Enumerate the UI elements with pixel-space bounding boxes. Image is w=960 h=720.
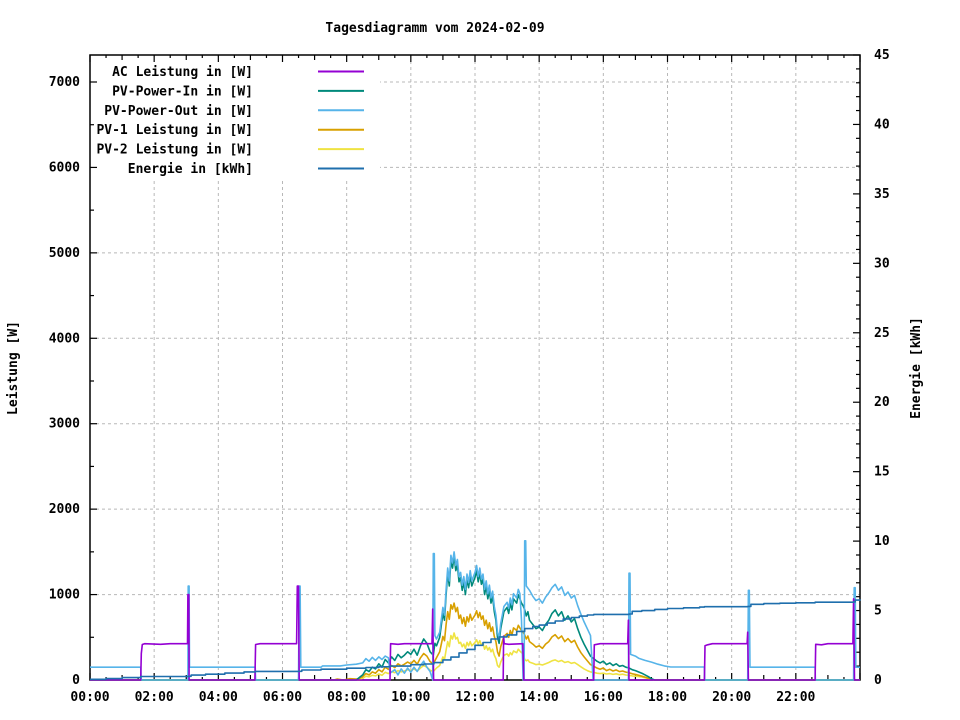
y-left-tick-label: 5000 xyxy=(49,246,80,261)
y-right-tick-label: 10 xyxy=(874,534,890,549)
x-tick-label: 18:00 xyxy=(648,690,687,705)
y-left-tick-label: 1000 xyxy=(49,588,80,603)
y-right-tick-label: 30 xyxy=(874,256,890,271)
y-right-tick-label: 25 xyxy=(874,326,890,341)
x-tick-label: 22:00 xyxy=(776,690,815,705)
legend-label: Energie in [kWh] xyxy=(128,162,253,177)
legend-label: PV-1 Leistung in [W] xyxy=(96,123,253,138)
y-left-axis-label: Leistung [W] xyxy=(6,321,21,415)
y-right-tick-label: 0 xyxy=(874,673,882,688)
y-right-tick-label: 5 xyxy=(874,604,882,619)
legend-label: PV-Power-Out in [W] xyxy=(104,104,253,119)
y-right-tick-label: 45 xyxy=(874,48,890,63)
legend-label: AC Leistung in [W] xyxy=(112,65,253,80)
y-right-axis-label: Energie [kWh] xyxy=(909,317,924,419)
x-tick-label: 16:00 xyxy=(584,690,623,705)
y-right-tick-label: 35 xyxy=(874,187,890,202)
x-tick-label: 20:00 xyxy=(712,690,751,705)
x-tick-label: 00:00 xyxy=(70,690,109,705)
chart-window: AC Leistung in [W] PV-Power-In in [W] PV-P… xyxy=(0,0,960,720)
legend-label: PV-2 Leistung in [W] xyxy=(96,143,253,158)
x-tick-label: 04:00 xyxy=(199,690,238,705)
x-tick-label: 12:00 xyxy=(455,690,494,705)
y-right-tick-label: 20 xyxy=(874,395,890,410)
chart-canvas: AC Leistung in [W] PV-Power-In in [W] PV-P… xyxy=(6,21,924,705)
x-tick-label: 10:00 xyxy=(391,690,430,705)
legend-label: PV-Power-In in [W] xyxy=(112,84,253,99)
y-right-tick-label: 15 xyxy=(874,465,890,480)
x-tick-label: 14:00 xyxy=(520,690,559,705)
y-left-tick-label: 4000 xyxy=(49,331,80,346)
y-left-tick-label: 2000 xyxy=(49,502,80,517)
y-left-tick-label: 6000 xyxy=(49,160,80,175)
y-left-tick-label: 0 xyxy=(72,673,80,688)
y-right-tick-label: 40 xyxy=(874,117,890,132)
chart-title: Tagesdiagramm vom 2024-02-09 xyxy=(325,21,544,36)
x-tick-label: 08:00 xyxy=(327,690,366,705)
x-tick-label: 02:00 xyxy=(135,690,174,705)
x-tick-label: 06:00 xyxy=(263,690,302,705)
y-left-tick-label: 7000 xyxy=(49,75,80,90)
y-left-tick-label: 3000 xyxy=(49,417,80,432)
